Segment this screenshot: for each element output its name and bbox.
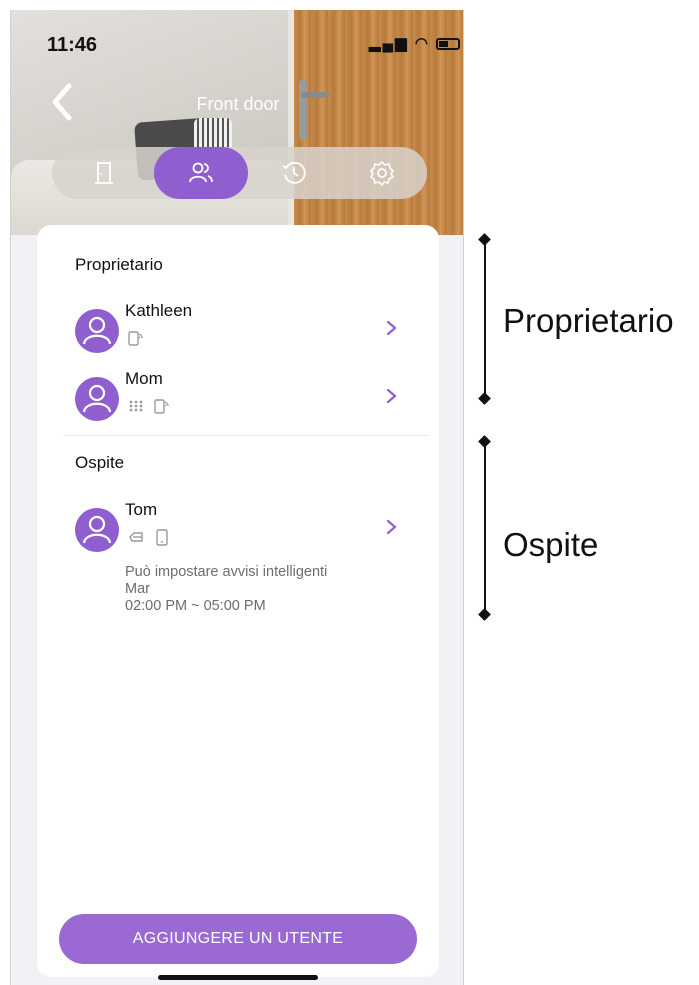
guest-day: Mar: [125, 581, 150, 597]
door-icon: [95, 162, 113, 184]
tab-history[interactable]: [247, 147, 341, 199]
user-icon: [82, 515, 112, 544]
phone-icon: [156, 529, 168, 546]
owner-bracket-top: [478, 233, 491, 246]
chevron-right-icon: [386, 320, 397, 336]
page-title: Front door: [196, 94, 280, 114]
tab-door[interactable]: [57, 147, 151, 199]
phone-screen: 11:46 ▂▄▆ ◠ Front door Proprietario Kath…: [10, 10, 464, 985]
owner-bracket-bottom: [478, 392, 491, 405]
user-name: Tom: [125, 500, 158, 519]
chevron-right-icon: [386, 519, 397, 535]
gear-icon: [370, 161, 394, 186]
user-row-mom[interactable]: Mom: [75, 369, 415, 421]
tab-settings[interactable]: [335, 147, 429, 199]
wifi-icon: ◠: [414, 35, 430, 52]
user-row-tom[interactable]: Tom Può impostare avvisi intelligenti Ma…: [75, 500, 415, 618]
signal-icon: ▂▄▆: [369, 35, 409, 52]
chevron-right-icon: [386, 388, 397, 404]
avatar: [75, 309, 119, 353]
phone-nfc-icon: [128, 331, 143, 346]
avatar: [75, 508, 119, 552]
guest-note: Può impostare avvisi intelligenti: [125, 564, 328, 580]
users-card: Proprietario Kathleen Mom Ospite Tom Può…: [37, 225, 439, 977]
history-icon: [282, 161, 306, 184]
avatar: [75, 377, 119, 421]
phone-nfc-icon: [154, 399, 169, 414]
credential-icons: [127, 395, 171, 417]
user-name: Kathleen: [125, 301, 193, 320]
battery-icon: [436, 38, 461, 51]
section-title-guest: Ospite: [75, 453, 125, 472]
guest-bracket-top: [478, 435, 491, 448]
guest-annotation-label: Ospite: [503, 526, 599, 563]
owner-bracket-line: [484, 240, 486, 398]
users-icon: [189, 162, 213, 183]
user-row-kathleen[interactable]: Kathleen: [75, 301, 415, 353]
guest-time-range: 02:00 PM ~ 05:00 PM: [125, 598, 266, 614]
credential-icons: [127, 327, 145, 349]
owner-annotation-label: Proprietario: [503, 302, 674, 339]
tab-bar: [52, 147, 427, 199]
user-name: Mom: [125, 369, 163, 388]
tab-users[interactable]: [154, 147, 248, 199]
user-icon: [82, 316, 112, 345]
credential-icons: [127, 526, 171, 548]
guest-bracket-bottom: [478, 608, 491, 621]
home-indicator: [158, 975, 318, 980]
section-title-owner: Proprietario: [75, 255, 163, 274]
status-time: 11:46: [47, 34, 98, 56]
card-icon: [129, 532, 143, 542]
guest-bracket-line: [484, 442, 486, 614]
section-divider: [63, 435, 428, 436]
status-icons: ▂▄▆ ◠: [369, 34, 461, 52]
add-user-button[interactable]: AGGIUNGERE UN UTENTE: [59, 914, 417, 964]
user-icon: [82, 384, 112, 413]
keypad-icon: [129, 400, 143, 412]
